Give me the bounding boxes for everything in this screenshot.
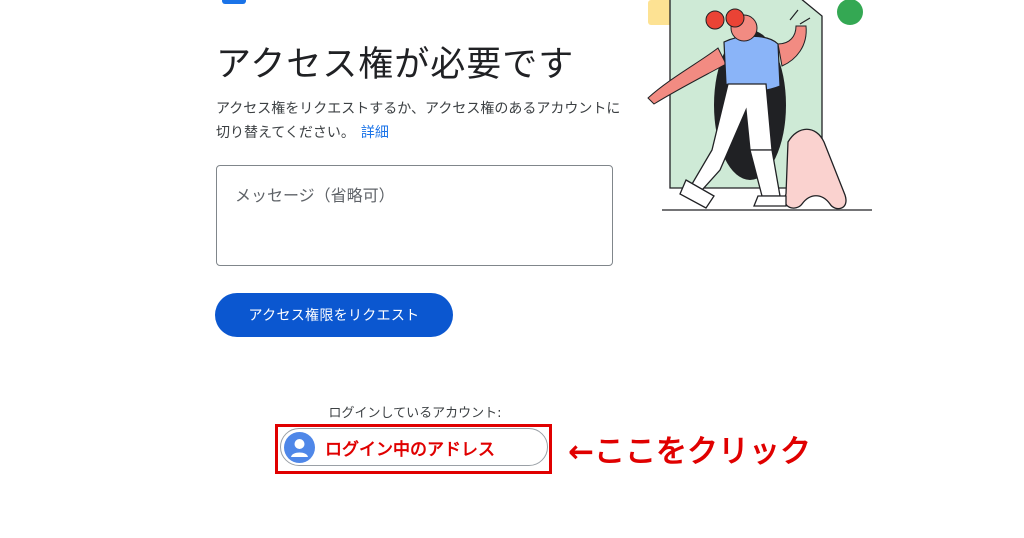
description-text: アクセス権をリクエストするか、アクセス権のあるアカウントに切り替えてください。 (216, 101, 621, 141)
signed-in-account-label: ログインしているアカウント: (328, 406, 502, 421)
avatar-icon (284, 431, 315, 463)
page-description: アクセス権をリクエストするか、アクセス権のあるアカウントに切り替えてください。詳… (216, 97, 626, 145)
annotation-click-here: ←ここをクリック (568, 434, 811, 470)
message-input[interactable] (216, 165, 613, 266)
details-link[interactable]: 詳細 (361, 125, 389, 141)
page-title: アクセス権が必要です (216, 45, 575, 85)
account-switch-chip[interactable]: ログイン中のアドレス (280, 428, 548, 466)
request-access-button[interactable]: アクセス権限をリクエスト (215, 293, 453, 337)
access-illustration (647, 0, 872, 211)
logo-fragment (222, 0, 246, 4)
account-address: ログイン中のアドレス (325, 439, 495, 460)
